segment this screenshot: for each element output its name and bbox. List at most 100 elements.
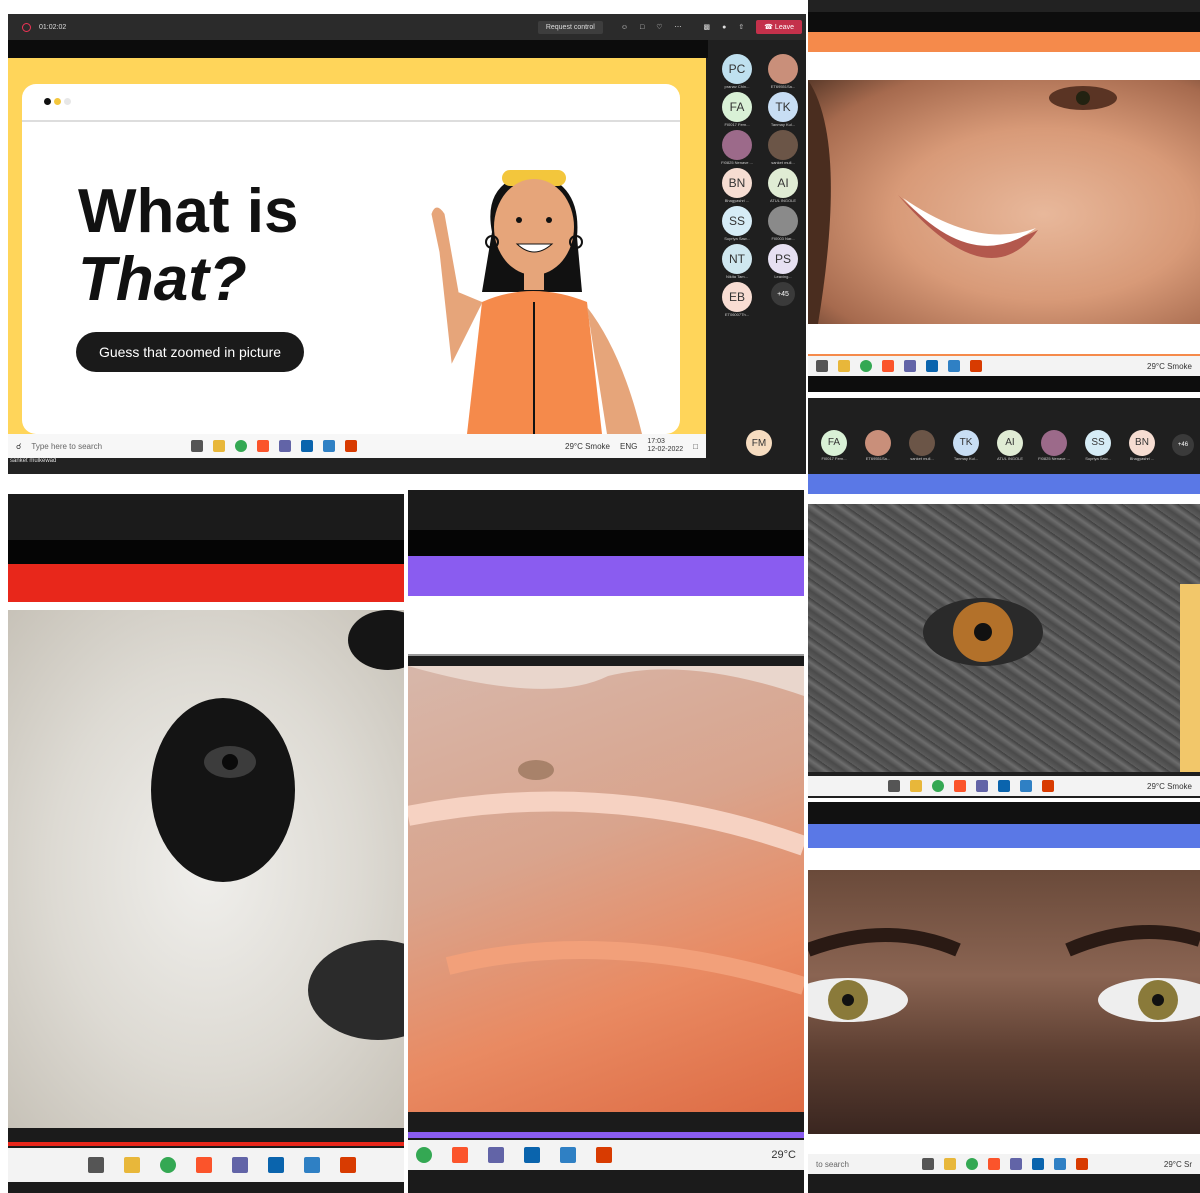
- participant-tile[interactable]: BN Bhagyashri ...: [1124, 429, 1160, 461]
- participant-tile[interactable]: sanket mull...: [760, 130, 806, 165]
- participant-avatar: PS: [768, 244, 798, 274]
- office-icon[interactable]: [345, 440, 358, 452]
- vscode-icon[interactable]: [560, 1147, 576, 1163]
- more-participants-button[interactable]: +46: [1168, 434, 1198, 456]
- purple-band: [408, 556, 804, 596]
- red-band-bottom: [8, 1142, 404, 1146]
- teams-icon[interactable]: [1010, 1158, 1022, 1170]
- mic-icon[interactable]: ●: [722, 24, 726, 31]
- outlook-icon[interactable]: [301, 440, 314, 452]
- office-icon[interactable]: [970, 360, 982, 372]
- panda-eye-photo: [8, 610, 404, 1128]
- participant-name: ATUL INGOLE: [769, 198, 796, 203]
- vscode-icon[interactable]: [1054, 1158, 1066, 1170]
- participant-tile[interactable]: FI0825 Nenave ...: [1036, 429, 1072, 461]
- participant-tile[interactable]: FI0825 Nenave ...: [714, 130, 760, 165]
- file-explorer-icon[interactable]: [944, 1158, 956, 1170]
- teams-icon[interactable]: [488, 1147, 504, 1163]
- reactions-icon[interactable]: ♡: [656, 23, 662, 31]
- chrome-icon[interactable]: [860, 360, 872, 372]
- task-view-icon[interactable]: [922, 1158, 934, 1170]
- participant-tile[interactable]: PS Leaving...: [760, 244, 806, 279]
- request-control-button[interactable]: Request control: [537, 20, 603, 34]
- brave-icon[interactable]: [954, 780, 966, 792]
- vscode-icon[interactable]: [948, 360, 960, 372]
- brave-icon[interactable]: [452, 1147, 468, 1163]
- chrome-icon[interactable]: [966, 1158, 978, 1170]
- participant-name: Bhagyashri ...: [724, 198, 750, 203]
- meeting-timer: 01:02:02: [39, 23, 67, 31]
- participant-tile[interactable]: FA FI0017 Fern...: [816, 429, 852, 461]
- teams-icon[interactable]: [279, 440, 292, 452]
- outlook-icon[interactable]: [926, 360, 938, 372]
- teams-icon[interactable]: [976, 780, 988, 792]
- participant-name: Supriya Saw...: [1085, 455, 1111, 461]
- taskbar-search-input[interactable]: Type here to search: [31, 442, 181, 451]
- office-icon[interactable]: [1042, 780, 1054, 792]
- smiling-woman-photo: [808, 80, 1200, 324]
- vscode-icon[interactable]: [304, 1157, 320, 1173]
- participant-name: sanket mull...: [910, 455, 934, 461]
- chrome-icon[interactable]: [160, 1157, 176, 1173]
- participant-tile[interactable]: BN Bhagyashri ...: [714, 168, 760, 203]
- participant-tile[interactable]: AI ATUL INGOLE: [992, 429, 1028, 461]
- participant-tile[interactable]: AI ATUL INGOLE: [760, 168, 806, 203]
- participant-avatar: [909, 429, 935, 456]
- file-explorer-icon[interactable]: [910, 780, 922, 792]
- brave-icon[interactable]: [882, 360, 894, 372]
- participants-icon[interactable]: ☺: [621, 24, 628, 31]
- outlook-icon[interactable]: [268, 1157, 284, 1173]
- brave-icon[interactable]: [196, 1157, 212, 1173]
- chrome-icon[interactable]: [932, 780, 944, 792]
- participant-tile[interactable]: FI0003 Nar...: [760, 206, 806, 241]
- chat-icon[interactable]: □: [640, 24, 644, 31]
- camera-icon[interactable]: ▩: [704, 23, 711, 31]
- teams-icon[interactable]: [232, 1157, 248, 1173]
- participant-name: FI0825 Nenave ...: [721, 160, 753, 165]
- participant-tile[interactable]: ET69551Sa...: [860, 429, 896, 461]
- outlook-icon[interactable]: [998, 780, 1010, 792]
- task-view-icon[interactable]: [191, 440, 204, 452]
- red-band: [8, 564, 404, 602]
- participant-tile[interactable]: SS Supriya Saw...: [1080, 429, 1116, 461]
- notification-icon[interactable]: □: [693, 442, 698, 451]
- participant-tile[interactable]: PC pranav Chin...: [714, 54, 760, 89]
- participant-tile[interactable]: TK Tanmay Kul...: [948, 429, 984, 461]
- office-icon[interactable]: [596, 1147, 612, 1163]
- participant-tile[interactable]: TK Tanmay Kul...: [760, 92, 806, 127]
- more-options-icon[interactable]: ⋯: [675, 23, 682, 31]
- file-explorer-icon[interactable]: [838, 360, 850, 372]
- outlook-icon[interactable]: [1032, 1158, 1044, 1170]
- participant-tile[interactable]: FA FI0017 Fern...: [714, 92, 760, 127]
- task-view-icon[interactable]: [888, 780, 900, 792]
- outlook-icon[interactable]: [524, 1147, 540, 1163]
- participant-strip: FA FI0017 Fern... ET69551Sa... sanket mul…: [808, 418, 1200, 472]
- chrome-icon[interactable]: [235, 440, 248, 452]
- participant-tile[interactable]: ET69551Sa...: [760, 54, 806, 89]
- task-view-icon[interactable]: [816, 360, 828, 372]
- brave-icon[interactable]: [988, 1158, 1000, 1170]
- teams-icon[interactable]: [904, 360, 916, 372]
- task-view-icon[interactable]: [88, 1157, 104, 1173]
- file-explorer-icon[interactable]: [124, 1157, 140, 1173]
- vscode-icon[interactable]: [1020, 780, 1032, 792]
- vscode-icon[interactable]: [323, 440, 336, 452]
- participant-tile[interactable]: sanket mull...: [904, 429, 940, 461]
- leave-button[interactable]: ☎ Leave: [756, 20, 802, 34]
- office-icon[interactable]: [1076, 1158, 1088, 1170]
- windows-taskbar: ☌ Type here to search 29°C Smoke ENG 17:…: [8, 434, 706, 458]
- windows-taskbar: 29°C Smoke: [808, 354, 1200, 376]
- participant-avatar: AI: [768, 168, 798, 198]
- participant-grid: PC pranav Chin... ET69551Sa... FA FI0017 F…: [714, 54, 806, 317]
- office-icon[interactable]: [340, 1157, 356, 1173]
- participant-tile[interactable]: SS Supriya Saw...: [714, 206, 760, 241]
- participant-tile[interactable]: EB ET06007Th...: [714, 282, 760, 317]
- windows-taskbar: 29°C: [408, 1140, 804, 1170]
- participant-tile[interactable]: NT Nikita Tam...: [714, 244, 760, 279]
- chrome-icon[interactable]: [416, 1147, 432, 1163]
- share-icon[interactable]: ⇧: [738, 23, 744, 31]
- file-explorer-icon[interactable]: [213, 440, 226, 452]
- brave-icon[interactable]: [257, 440, 270, 452]
- taskbar-search-input[interactable]: to search: [816, 1160, 912, 1169]
- more-participants-button[interactable]: +45: [760, 282, 806, 317]
